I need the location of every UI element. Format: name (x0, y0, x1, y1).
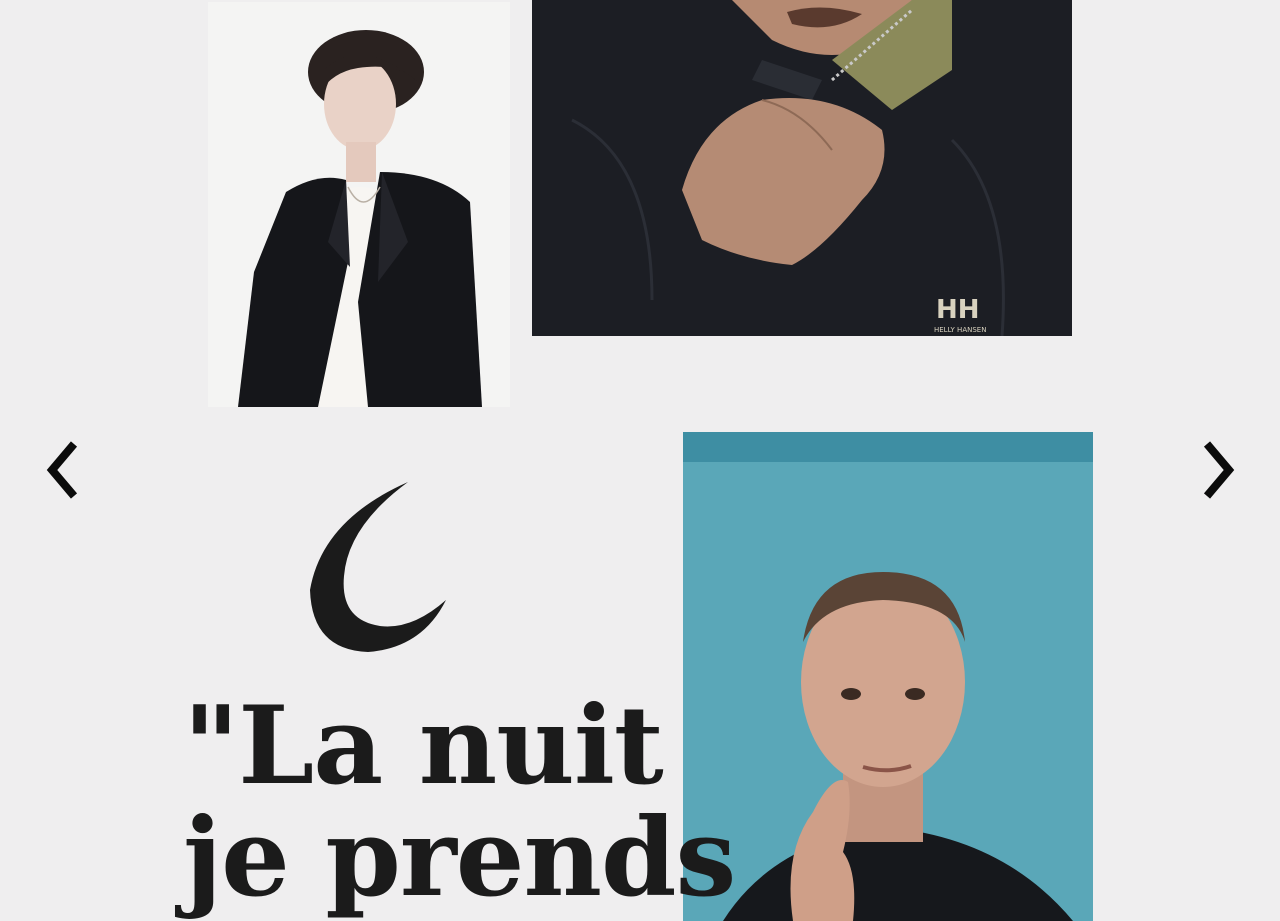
photo-jacket-illustration: HH HELLY HANSEN (532, 0, 1072, 336)
quote-text: "La nuit je prends (183, 683, 736, 921)
chevron-left-icon (46, 441, 78, 499)
brand-name: HELLY HANSEN (934, 326, 986, 334)
brand-logo-hh: HH (936, 295, 980, 325)
photo-man-teal[interactable] (683, 432, 1093, 921)
chevron-right-icon (1203, 441, 1235, 499)
carousel-prev-button[interactable] (40, 436, 84, 504)
quote-line-2: je prends (183, 795, 736, 921)
photo-jacket-closeup[interactable]: HH HELLY HANSEN (532, 0, 1072, 336)
quote-line-1: "La nuit (183, 683, 664, 809)
photo-woman-illustration (208, 2, 510, 407)
carousel-next-button[interactable] (1197, 436, 1241, 504)
photo-woman-blazer[interactable] (208, 2, 510, 407)
photo-man-illustration (683, 432, 1093, 921)
crescent-moon-icon (310, 482, 446, 652)
